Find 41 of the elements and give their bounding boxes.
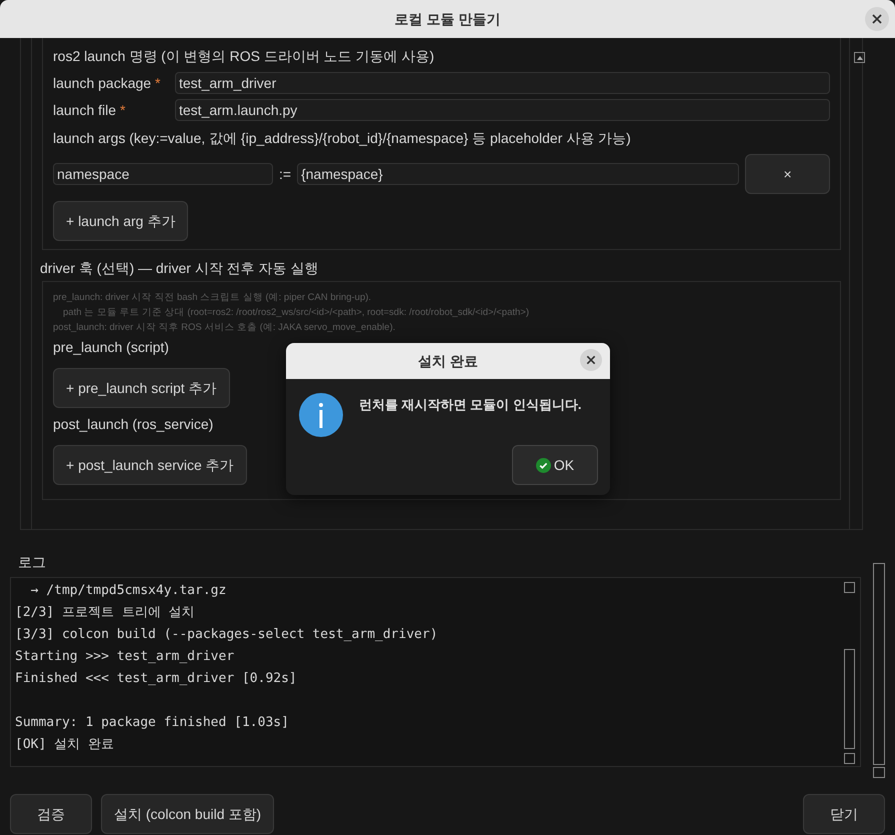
- post-launch-label: post_launch (ros_service): [53, 415, 214, 434]
- section-heading: ros2 launch 명령 (이 변형의 ROS 드라이버 노드 기동에 사용): [53, 47, 436, 66]
- ok-button[interactable]: OK: [512, 445, 598, 485]
- key-field[interactable]: namespace: [53, 163, 273, 185]
- operator-text: :=: [279, 164, 292, 184]
- footer-button[interactable]: 닫기: [803, 794, 885, 834]
- log-scrollbar[interactable]: [844, 582, 856, 764]
- field-label: launch package *: [53, 74, 162, 93]
- log-line: Finished <<< test_arm_driver [0.92s]: [15, 670, 298, 688]
- remove-button[interactable]: ×: [745, 154, 830, 194]
- group-title: driver 훅 (선택) — driver 시작 전후 자동 실행: [40, 259, 320, 278]
- log-line: [2/3] 프로젝트 트리에 설치: [15, 604, 196, 622]
- text-field[interactable]: test_arm.launch.py: [175, 99, 830, 121]
- pre-launch-label: pre_launch (script): [53, 338, 170, 357]
- dialog-title: 설치 완료: [418, 352, 478, 370]
- add-service-button[interactable]: + post_launch service 추가: [53, 445, 247, 485]
- add-arg-button[interactable]: + launch arg 추가: [53, 201, 188, 241]
- log-line: [3/3] colcon build (--packages-select test_arm_driver): [15, 626, 439, 644]
- help-text: post_launch: driver 시작 직후 ROS 서비스 호출 (예: JAKA servo_move_enable).: [53, 321, 396, 335]
- close-icon[interactable]: [580, 349, 602, 371]
- help-text: pre_launch: driver 시작 직전 bash 스크립트 실행 (예: piper CAN bring-up).: [53, 291, 372, 305]
- dialog-message: 런처를 재시작하면 모듈이 인식됩니다.: [359, 396, 582, 414]
- log-label: 로그: [18, 553, 47, 572]
- field-label: launch file *: [53, 100, 126, 120]
- log-line: [OK] 설치 완료: [15, 736, 115, 754]
- outer-scrollbar[interactable]: [873, 563, 885, 778]
- value-field[interactable]: {namespace}: [297, 163, 740, 185]
- check-icon: [536, 458, 551, 472]
- log-line: Summary: 1 package finished [1.03s]: [15, 714, 290, 732]
- log-line: Starting >>> test_arm_driver: [15, 648, 236, 666]
- add-script-button[interactable]: + pre_launch script 추가: [53, 368, 230, 408]
- info-icon: [299, 393, 343, 437]
- window-title: 로컬 모듈 만들기: [394, 10, 500, 28]
- footer-button[interactable]: 설치 (colcon build 포함): [101, 794, 274, 834]
- scroll-up-icon[interactable]: [854, 52, 866, 63]
- log-line: → /tmp/tmpd5cmsx4y.tar.gz: [30, 582, 228, 600]
- args-label: launch args (key:=value, 값에 {ip_address}/{robot_id}/{namespace} 등 placeholder 사용 가능): [53, 129, 632, 148]
- footer-button[interactable]: 검증: [10, 794, 92, 834]
- text-field[interactable]: test_arm_driver: [175, 72, 830, 94]
- close-icon[interactable]: [865, 7, 889, 31]
- help-text: path 는 모듈 루트 기준 상대 (root=ros2: /root/ros2_ws/src/<id>/<path>, root=sdk: /root/robot_sdk/<id>/<path>): [62, 306, 530, 320]
